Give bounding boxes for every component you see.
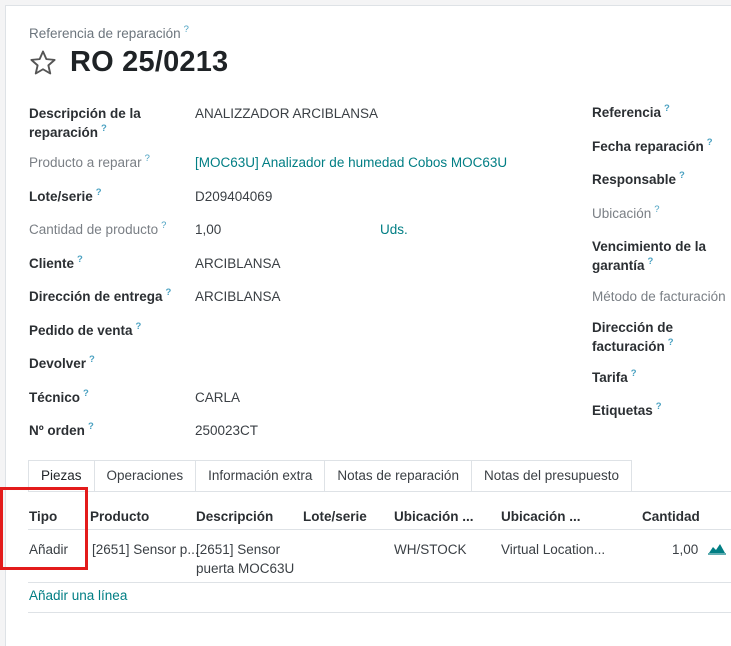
- tab-notas-reparacion[interactable]: Notas de reparación: [324, 460, 472, 491]
- column-header-lote[interactable]: Lote/serie: [303, 509, 367, 524]
- column-header-ubicacion-destino[interactable]: Ubicación ...: [501, 509, 581, 524]
- cell-ubicacion-destino[interactable]: Virtual Location...: [501, 540, 605, 559]
- help-icon[interactable]: ?: [631, 368, 637, 379]
- field-label-devolver: Devolver?: [29, 354, 95, 373]
- help-icon[interactable]: ?: [89, 354, 95, 365]
- help-icon[interactable]: ?: [707, 137, 713, 148]
- tecnico-value[interactable]: CARLA: [195, 388, 240, 407]
- label-text: Ubicación: [592, 206, 652, 221]
- producto-link[interactable]: [MOC63U] Analizador de humedad Cobos MOC…: [195, 153, 507, 172]
- field-label-garantia: Vencimiento de la garantía?: [592, 237, 706, 275]
- help-icon[interactable]: ?: [77, 254, 83, 265]
- cliente-value[interactable]: ARCIBLANSA: [195, 254, 281, 273]
- cell-producto[interactable]: [2651] Sensor p...: [92, 540, 199, 559]
- label-text: Cliente: [29, 256, 75, 271]
- label-text: Nº orden: [29, 423, 85, 438]
- label-text: Técnico: [29, 390, 81, 405]
- cell-ubicacion-origen[interactable]: WH/STOCK: [394, 540, 467, 559]
- label-line: garantía: [592, 258, 645, 273]
- help-icon[interactable]: ?: [679, 170, 685, 181]
- field-label-lote: Lote/serie?: [29, 187, 102, 206]
- field-label-cliente: Cliente?: [29, 254, 83, 273]
- page-title: RO 25/0213: [70, 46, 229, 78]
- reference-label-text: Referencia de reparación: [29, 26, 181, 41]
- help-icon[interactable]: ?: [145, 153, 150, 164]
- direccion-entrega-value[interactable]: ARCIBLANSA: [195, 287, 281, 306]
- label-text: Fecha reparación: [592, 139, 704, 154]
- help-icon[interactable]: ?: [656, 401, 662, 412]
- label-text: Pedido de venta: [29, 323, 133, 338]
- help-icon[interactable]: ?: [161, 220, 166, 231]
- table-bottom-divider: [28, 612, 731, 613]
- field-label-tecnico: Técnico?: [29, 388, 89, 407]
- help-icon[interactable]: ?: [648, 256, 654, 267]
- unit-link[interactable]: Uds.: [380, 220, 408, 239]
- field-label-producto: Producto a reparar?: [29, 153, 150, 172]
- descripcion-value[interactable]: ANALIZZADOR ARCIBLANSA: [195, 104, 378, 123]
- label-line: facturación: [592, 339, 665, 354]
- field-label-cantidad: Cantidad de producto?: [29, 220, 166, 239]
- field-label-metodo-facturacion: Método de facturación: [592, 287, 727, 306]
- label-text: Responsable: [592, 172, 677, 187]
- tab-operaciones[interactable]: Operaciones: [93, 460, 197, 491]
- label-text: Dirección de entrega: [29, 289, 163, 304]
- field-label-n-orden: Nº orden?: [29, 421, 94, 440]
- column-header-ubicacion-origen[interactable]: Ubicación ...: [394, 509, 474, 524]
- lote-value[interactable]: D209404069: [195, 187, 272, 206]
- label-line: reparación: [29, 125, 99, 140]
- field-label-fecha: Fecha reparación?: [592, 137, 713, 156]
- tab-divider: [28, 491, 731, 492]
- help-icon[interactable]: ?: [96, 187, 102, 198]
- field-label-direccion-facturacion: Dirección de facturación?: [592, 318, 674, 356]
- cantidad-value[interactable]: 1,00: [195, 220, 221, 239]
- star-icon[interactable]: [28, 48, 58, 78]
- label-line: Dirección de: [592, 320, 674, 335]
- add-line-link[interactable]: Añadir una línea: [29, 588, 127, 603]
- label-line: Vencimiento de la: [592, 239, 707, 254]
- label-line: Descripción de la: [29, 106, 141, 121]
- field-label-ubicacion: Ubicación?: [592, 204, 660, 223]
- help-icon[interactable]: ?: [184, 24, 189, 35]
- cell-cantidad[interactable]: 1,00: [672, 540, 698, 559]
- n-orden-value[interactable]: 250023CT: [195, 421, 258, 440]
- field-label-descripcion: Descripción de la reparación?: [29, 104, 141, 142]
- field-label-tarifa: Tarifa?: [592, 368, 637, 387]
- label-text: Tarifa: [592, 370, 628, 385]
- column-header-cantidad[interactable]: Cantidad: [642, 509, 700, 524]
- cell-text: [2651] Sensor: [196, 542, 281, 557]
- help-icon[interactable]: ?: [668, 337, 674, 348]
- tab-notas-presupuesto[interactable]: Notas del presupuesto: [470, 460, 633, 491]
- label-text: Lote/serie: [29, 189, 93, 204]
- help-icon[interactable]: ?: [664, 103, 670, 114]
- help-icon[interactable]: ?: [166, 287, 172, 298]
- forecast-graph-icon[interactable]: [708, 541, 726, 555]
- highlight-box: [0, 487, 88, 570]
- label-text: Referencia: [592, 105, 662, 120]
- column-header-descripcion[interactable]: Descripción: [196, 509, 273, 524]
- field-label-referencia: Referencia?: [592, 103, 670, 122]
- label-text: Método de facturación: [592, 289, 726, 304]
- cell-descripcion[interactable]: [2651] Sensor puerta MOC63U: [196, 540, 294, 578]
- help-icon[interactable]: ?: [654, 204, 659, 215]
- field-label-pedido-venta: Pedido de venta?: [29, 321, 141, 340]
- field-label-responsable: Responsable?: [592, 170, 685, 189]
- label-text: Devolver: [29, 356, 87, 371]
- help-icon[interactable]: ?: [136, 321, 142, 332]
- field-label-etiquetas: Etiquetas?: [592, 401, 662, 420]
- notebook-tabs: Piezas Operaciones Información extra Not…: [28, 460, 633, 492]
- cell-text: puerta MOC63U: [196, 561, 295, 576]
- field-label-direccion-entrega: Dirección de entrega?: [29, 287, 171, 306]
- reference-label: Referencia de reparación?: [29, 24, 189, 41]
- label-text: Cantidad de producto: [29, 222, 159, 237]
- label-text: Etiquetas: [592, 403, 653, 418]
- column-header-producto[interactable]: Producto: [90, 509, 149, 524]
- tab-informacion-extra[interactable]: Información extra: [195, 460, 326, 491]
- title-row: RO 25/0213: [28, 46, 228, 79]
- label-text: Producto a reparar: [29, 155, 142, 170]
- help-icon[interactable]: ?: [101, 123, 107, 134]
- help-icon[interactable]: ?: [83, 388, 89, 399]
- help-icon[interactable]: ?: [88, 421, 94, 432]
